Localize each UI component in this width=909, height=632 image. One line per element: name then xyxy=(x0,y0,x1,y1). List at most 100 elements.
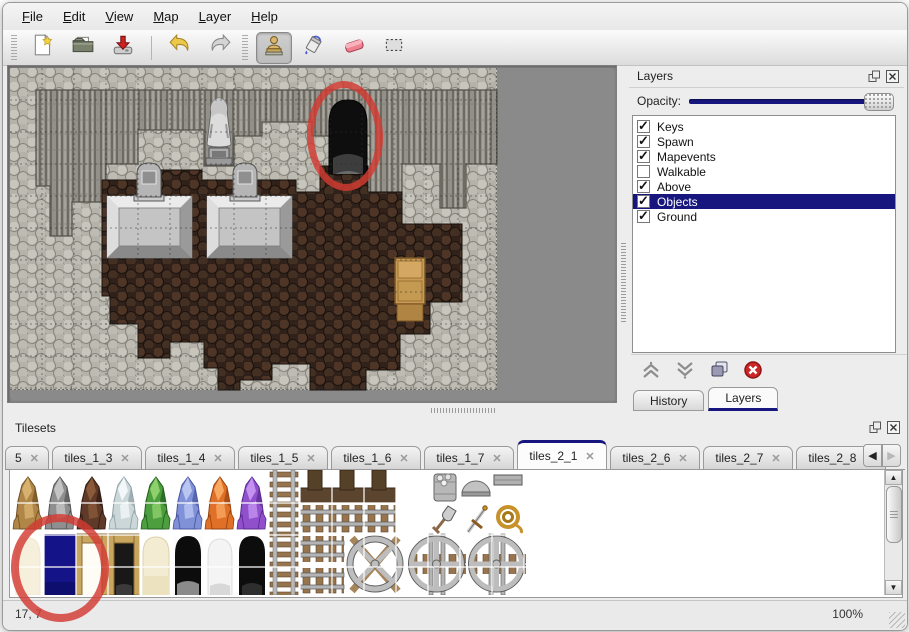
undo-arrow-icon xyxy=(168,33,192,62)
resize-grip-icon[interactable] xyxy=(889,612,905,628)
black-arch xyxy=(236,534,268,595)
undo-button[interactable] xyxy=(162,32,198,64)
open-folder-icon xyxy=(71,33,95,62)
tileset-tab-truncated[interactable]: 5 xyxy=(5,446,49,470)
scroll-tabs-left-button[interactable]: ◀ xyxy=(863,444,882,467)
close-tab-icon[interactable] xyxy=(585,450,594,463)
tileset-tab-tiles_1_6[interactable]: tiles_1_6 xyxy=(331,446,421,470)
checkbox-checked-icon[interactable] xyxy=(637,135,650,148)
menu-view[interactable]: View xyxy=(96,6,142,27)
checkbox-checked-icon[interactable] xyxy=(637,120,650,133)
door-frame-light xyxy=(76,534,108,595)
menu-help[interactable]: Help xyxy=(242,6,287,27)
vertical-splitter[interactable] xyxy=(619,65,628,403)
map-canvas[interactable] xyxy=(7,65,617,403)
checkbox-checked-icon[interactable] xyxy=(637,150,650,163)
checkbox-checked-icon[interactable] xyxy=(637,210,650,223)
opacity-slider-track xyxy=(689,99,892,104)
delete-layer-button[interactable] xyxy=(739,358,767,382)
rail-horizontal xyxy=(300,505,396,533)
float-panel-icon[interactable] xyxy=(868,70,881,83)
checkbox-checked-icon[interactable] xyxy=(637,195,650,208)
skull-barrel xyxy=(434,474,456,501)
tileset-scrollbar[interactable]: ▲ ▼ xyxy=(884,470,902,595)
opacity-slider-handle[interactable] xyxy=(864,93,894,111)
layer-label: Above xyxy=(657,180,691,194)
fill-tool-button[interactable] xyxy=(296,32,332,64)
new-map-button[interactable] xyxy=(25,32,61,64)
tilesets-title: Tilesets xyxy=(5,421,869,435)
tab-label: tiles_2_6 xyxy=(622,451,670,465)
stamp-tool-button[interactable] xyxy=(256,32,292,64)
layer-row-ground[interactable]: Ground xyxy=(633,209,895,224)
stone-platform-right xyxy=(207,196,292,258)
tileset-tab-tiles_1_4[interactable]: tiles_1_4 xyxy=(145,446,235,470)
menu-layer[interactable]: Layer xyxy=(190,6,241,27)
tab-label: tiles_2_7 xyxy=(715,451,763,465)
layer-row-above[interactable]: Above xyxy=(633,179,895,194)
selection-tool-button[interactable] xyxy=(376,32,412,64)
toolbar xyxy=(3,30,908,66)
lower-layer-button[interactable] xyxy=(671,358,699,382)
layer-label: Objects xyxy=(657,195,698,209)
close-panel-icon[interactable] xyxy=(887,421,900,434)
layer-label: Keys xyxy=(657,120,684,134)
close-tab-icon[interactable] xyxy=(399,452,408,465)
scroll-down-icon[interactable]: ▼ xyxy=(885,580,902,595)
close-tab-icon[interactable] xyxy=(678,452,687,465)
layers-panel-titlebar: Layers xyxy=(629,65,904,88)
layer-row-spawn[interactable]: Spawn xyxy=(633,134,895,149)
open-button[interactable] xyxy=(65,32,101,64)
close-tab-icon[interactable] xyxy=(306,452,315,465)
close-tab-icon[interactable] xyxy=(120,452,129,465)
layer-label: Walkable xyxy=(657,165,706,179)
tileset-tab-tiles_1_3[interactable]: tiles_1_3 xyxy=(52,446,142,470)
layers-panel-title: Layers xyxy=(629,69,868,83)
tab-label: Layers xyxy=(725,391,761,405)
close-panel-icon[interactable] xyxy=(886,70,899,83)
cream-arch xyxy=(143,537,169,595)
menu-edit[interactable]: Edit xyxy=(54,6,94,27)
toolbar-grip[interactable] xyxy=(11,35,17,61)
tileset-tab-tiles_1_7[interactable]: tiles_1_7 xyxy=(424,446,514,470)
checkbox-unchecked-icon[interactable] xyxy=(637,165,650,178)
layer-row-mapevents[interactable]: Mapevents xyxy=(633,149,895,164)
layer-row-objects-selected[interactable]: Objects xyxy=(633,194,895,209)
horizontal-splitter[interactable] xyxy=(3,405,907,415)
tab-label: tiles_1_7 xyxy=(436,451,484,465)
tilesets-titlebar: Tilesets xyxy=(5,416,905,439)
layer-row-keys[interactable]: Keys xyxy=(633,119,895,134)
splitter-grip xyxy=(431,408,495,413)
redo-button[interactable] xyxy=(202,32,238,64)
map-render xyxy=(10,68,612,398)
layer-row-walkable[interactable]: Walkable xyxy=(633,164,895,179)
tileset-render xyxy=(10,470,882,595)
tileset-tab-tiles_1_5[interactable]: tiles_1_5 xyxy=(238,446,328,470)
opacity-slider[interactable] xyxy=(689,93,892,109)
scrollbar-thumb[interactable] xyxy=(886,486,902,543)
eraser-tool-button[interactable] xyxy=(336,32,372,64)
tileset-tab-tiles_2_1-active[interactable]: tiles_2_1 xyxy=(517,440,607,470)
menubar: File Edit View Map Layer Help xyxy=(3,3,908,30)
close-tab-icon[interactable] xyxy=(30,452,39,465)
tileset-canvas[interactable]: ▲ ▼ xyxy=(9,469,903,598)
save-button[interactable] xyxy=(105,32,141,64)
toolbar-separator xyxy=(151,36,152,60)
float-panel-icon[interactable] xyxy=(869,421,882,434)
raise-layer-button[interactable] xyxy=(637,358,665,382)
eraser-icon xyxy=(342,33,366,62)
tab-label: tiles_1_4 xyxy=(157,451,205,465)
tileset-tab-tiles_2_7[interactable]: tiles_2_7 xyxy=(703,446,793,470)
scroll-up-icon[interactable]: ▲ xyxy=(885,470,902,485)
checkbox-checked-icon[interactable] xyxy=(637,180,650,193)
toolbar-grip[interactable] xyxy=(242,35,248,61)
duplicate-layer-button[interactable] xyxy=(705,358,733,382)
tab-label: tiles_2_1 xyxy=(529,449,577,463)
menu-file[interactable]: File xyxy=(13,6,52,27)
scroll-tabs-right-button[interactable]: ▶ xyxy=(882,444,901,467)
close-tab-icon[interactable] xyxy=(771,452,780,465)
close-tab-icon[interactable] xyxy=(492,452,501,465)
close-tab-icon[interactable] xyxy=(213,452,222,465)
tileset-tab-tiles_2_6[interactable]: tiles_2_6 xyxy=(610,446,700,470)
menu-map[interactable]: Map xyxy=(144,6,187,27)
